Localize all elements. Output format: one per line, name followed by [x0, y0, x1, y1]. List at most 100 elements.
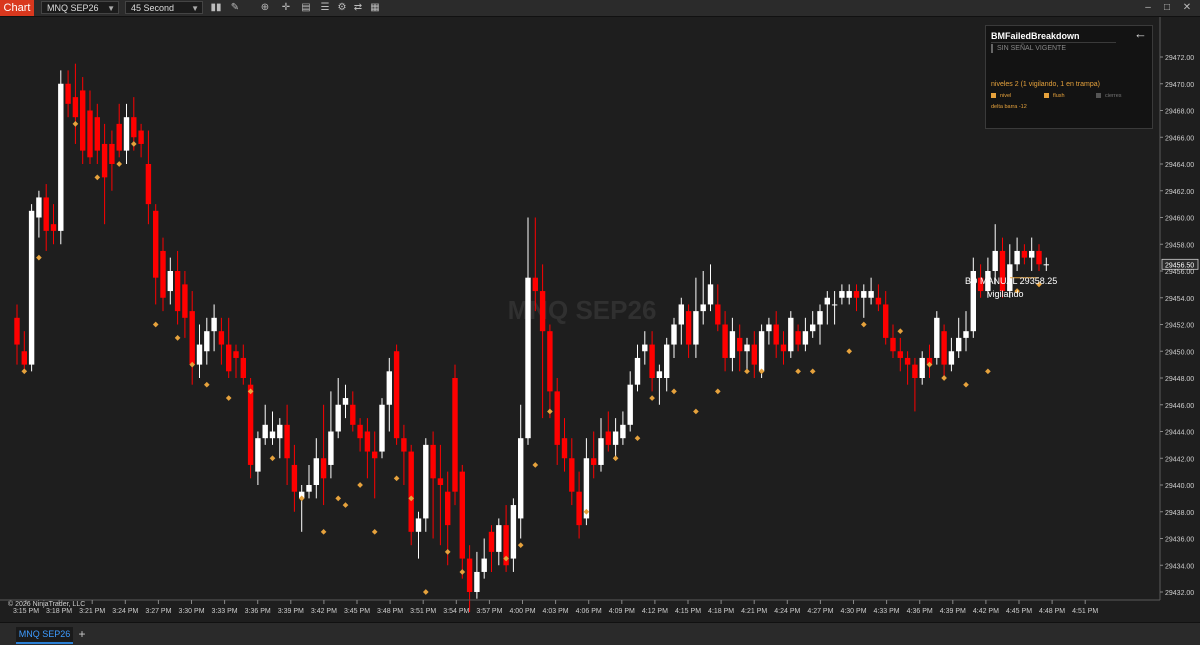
candle-up: [386, 371, 392, 405]
candle-up: [415, 518, 422, 532]
bar-type-icon[interactable]: ▮▮: [210, 2, 222, 14]
maximize-icon[interactable]: □: [1160, 1, 1174, 14]
candle-up: [335, 404, 341, 432]
time-tick-label: 3:24 PM: [112, 608, 138, 615]
chart-menu-button[interactable]: Chart: [0, 0, 34, 16]
legend-label: flush: [1053, 93, 1065, 99]
time-tick-label: 4:12 PM: [642, 608, 668, 615]
price-axis[interactable]: 29472.00 29470.00 29468.00 29466.00 29464.00…: [1159, 17, 1200, 607]
candle-down: [393, 351, 400, 439]
candle-up: [963, 331, 969, 338]
time-tick-label: 4:21 PM: [741, 608, 767, 615]
tab-mnq-sep26[interactable]: MNQ SEP26: [16, 627, 73, 644]
flush-marker: [693, 408, 699, 415]
flush-marker: [342, 502, 349, 508]
properties-icon[interactable]: ☰: [319, 2, 331, 14]
candle-down: [569, 458, 575, 492]
price-tick-label: 29452.00: [1165, 323, 1194, 330]
price-tick-label: 29468.00: [1165, 109, 1194, 116]
indicators-icon[interactable]: ⇄: [352, 2, 364, 14]
price-tick-label: 29462.00: [1165, 189, 1194, 196]
chart-panel[interactable]: MNQ SEP26 29472.00 29470.00 29468.00 29466.…: [0, 17, 1200, 615]
candle-up: [656, 371, 663, 378]
candle-up: [474, 571, 480, 592]
flush-marker: [357, 482, 363, 488]
candle-up: [664, 344, 670, 378]
crosshair-icon[interactable]: ✛: [280, 2, 292, 14]
candle-down: [189, 311, 195, 365]
candle-down: [240, 357, 246, 378]
candle-down: [43, 197, 49, 231]
flush-marker: [517, 542, 524, 549]
flush-marker: [963, 381, 969, 388]
interval-selector[interactable]: 45 Second ▼: [125, 1, 203, 14]
minimize-icon[interactable]: –: [1141, 1, 1155, 14]
candle-down: [605, 431, 611, 445]
candle-down: [773, 324, 779, 345]
candle-up: [802, 331, 809, 345]
arrow-left-icon[interactable]: ←: [1134, 26, 1147, 41]
candle-up: [620, 424, 626, 439]
flush-marker: [744, 368, 750, 375]
candle-up: [956, 337, 962, 352]
candle-down: [795, 331, 801, 345]
candle-down: [452, 378, 458, 492]
candle-down: [357, 424, 363, 439]
flush-marker: [846, 348, 853, 355]
candle-up: [627, 384, 633, 425]
data-box-icon[interactable]: ▤: [300, 2, 312, 14]
panel-divider: [991, 42, 1116, 43]
draw-tools-icon[interactable]: ✎: [229, 2, 241, 14]
pin-icon[interactable]: ▦: [369, 2, 381, 14]
candle-up: [1029, 250, 1035, 258]
legend-swatch: [1044, 93, 1049, 99]
candle-down: [87, 110, 93, 158]
instrument-selector[interactable]: MNQ SEP26 ▼: [41, 1, 119, 14]
flush-marker: [985, 368, 991, 375]
candle-down: [372, 451, 378, 459]
time-tick-label: 3:39 PM: [278, 608, 304, 615]
candle-down: [904, 357, 911, 365]
candle-up: [598, 438, 604, 465]
candle-down: [14, 317, 20, 345]
time-axis[interactable]: 3:15 PM 3:18 PM 3:21 PM 3:24 PM 3:27 PM 3:30 …: [0, 599, 1160, 615]
strategies-icon[interactable]: ⚙: [336, 2, 348, 14]
flush-marker: [130, 141, 137, 147]
candle-up: [196, 344, 203, 365]
candle-up: [693, 311, 699, 345]
legend-flush: flush: [1044, 93, 1065, 99]
legend-cierres: cierres: [1096, 93, 1122, 99]
legend-nivel: nivel: [991, 93, 1011, 99]
candle-up: [255, 438, 261, 472]
candle-up: [328, 431, 334, 465]
candle-down: [94, 117, 100, 151]
candle-up: [992, 250, 998, 271]
signal-indicator: [991, 44, 993, 53]
niveles-text: niveles 2 (1 vigilando, 1 en trampa): [991, 81, 1100, 88]
flush-marker: [21, 368, 28, 375]
time-tick-label: 3:57 PM: [476, 608, 502, 615]
flush-marker: [860, 321, 867, 328]
time-tick-label: 3:48 PM: [377, 608, 403, 615]
zoom-icon[interactable]: ⊕: [259, 2, 271, 14]
legend-swatch: [1096, 93, 1101, 99]
delta-text: delta barra -12: [991, 104, 1027, 110]
candle-down: [561, 438, 568, 459]
candle-up: [612, 431, 619, 445]
candle-down: [554, 391, 560, 445]
close-icon[interactable]: ✕: [1180, 1, 1194, 14]
candle-up: [934, 317, 940, 358]
candle-down: [591, 458, 597, 465]
candle-down: [72, 97, 79, 118]
candle-up: [28, 210, 35, 365]
flush-marker: [393, 475, 400, 482]
add-tab-button[interactable]: +: [76, 628, 88, 640]
time-tick-label: 4:24 PM: [774, 608, 800, 615]
candle-up: [766, 324, 772, 332]
flush-marker: [714, 388, 721, 395]
time-tick-label: 3:27 PM: [145, 608, 171, 615]
legend-swatch: [991, 93, 996, 99]
candle-down: [131, 117, 137, 138]
flush-marker: [444, 549, 451, 555]
price-tick-label: 29438.00: [1165, 510, 1194, 517]
